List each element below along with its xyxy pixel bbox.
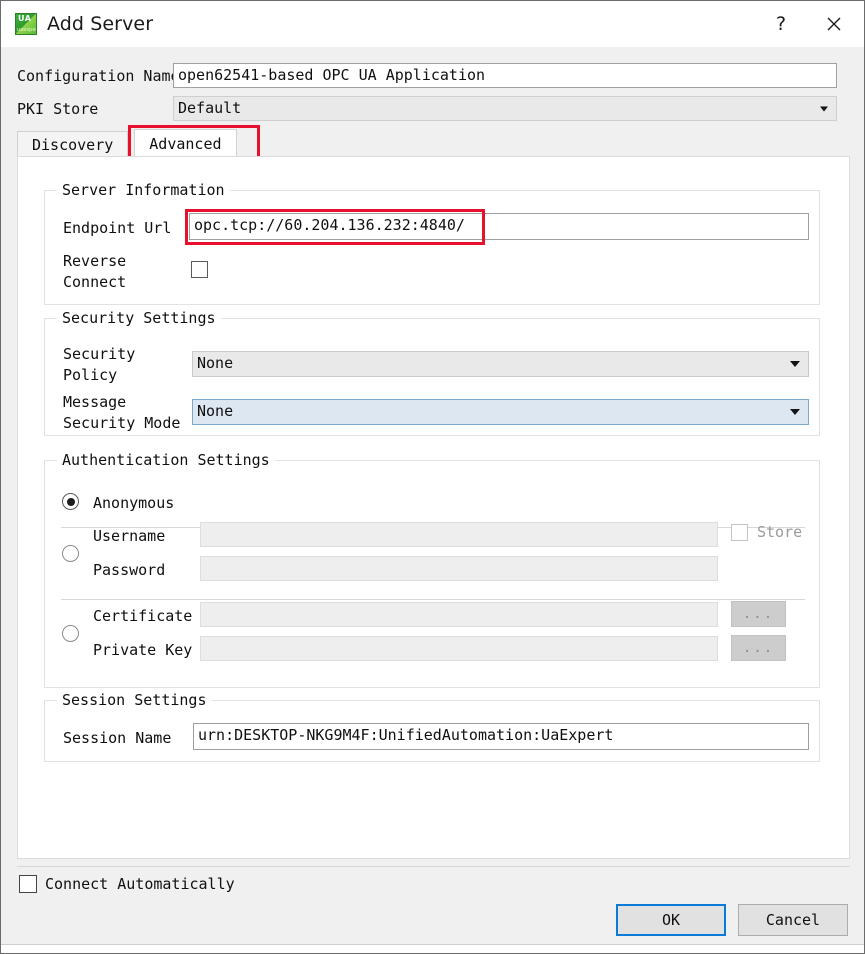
session-name-label: Session Name — [63, 729, 172, 747]
reverse-connect-label-line1: Reverse — [63, 252, 127, 270]
password-input[interactable] — [200, 556, 718, 581]
chevron-down-icon — [820, 106, 828, 111]
server-information-group: Server Information Endpoint Url opc.tcp:… — [44, 181, 820, 305]
tab-advanced[interactable]: Advanced — [134, 129, 237, 157]
configuration-name-label: Configuration Name — [17, 66, 180, 85]
server-information-title: Server Information — [57, 181, 230, 199]
session-settings-title: Session Settings — [57, 691, 212, 709]
private-key-browse-button[interactable]: ... — [731, 635, 786, 661]
username-label: Username — [93, 527, 166, 545]
title-bar: UA uaexpert Add Server ? — [1, 1, 864, 47]
window-title: Add Server — [47, 13, 154, 35]
message-security-mode-value: None — [197, 402, 234, 420]
session-name-input[interactable]: urn:DESKTOP-NKG9M4F:UnifiedAutomation:Ua… — [193, 723, 809, 750]
bottom-strip — [1, 944, 864, 953]
password-label: Password — [93, 561, 166, 579]
chevron-down-icon — [781, 400, 808, 424]
connect-automatically-label: Connect Automatically — [45, 875, 235, 893]
certificate-input[interactable] — [200, 602, 718, 627]
reverse-connect-checkbox[interactable] — [191, 261, 208, 278]
uaexpert-icon-ua-text: UA — [18, 14, 32, 23]
ok-button[interactable]: OK — [616, 904, 726, 936]
authentication-settings-title: Authentication Settings — [57, 451, 275, 469]
uaexpert-icon: UA uaexpert — [15, 13, 37, 35]
username-input[interactable] — [200, 522, 718, 547]
anonymous-label: Anonymous — [93, 494, 175, 512]
anonymous-radio[interactable] — [62, 493, 79, 510]
username-radio[interactable] — [62, 545, 79, 562]
pki-store-row: PKI Store Default — [1, 96, 864, 121]
tab-advanced-wrapper: Advanced — [128, 125, 261, 161]
security-policy-value: None — [197, 354, 234, 372]
message-security-mode-label-line2: Security Mode — [63, 414, 181, 432]
title-bar-buttons: ? — [758, 1, 864, 47]
help-icon[interactable]: ? — [758, 1, 804, 47]
tab-discovery[interactable]: Discovery — [17, 131, 129, 157]
store-label: Store — [757, 523, 803, 541]
private-key-input[interactable] — [200, 636, 718, 661]
endpoint-url-label: Endpoint Url — [63, 219, 172, 237]
security-policy-select[interactable]: None — [192, 351, 809, 377]
security-settings-group: Security Settings Security Policy None M… — [44, 309, 820, 436]
chevron-down-icon — [781, 352, 808, 376]
footer-separator — [17, 866, 850, 867]
private-key-label: Private Key — [93, 641, 193, 659]
pki-store-select[interactable]: Default — [173, 96, 837, 121]
cancel-button[interactable]: Cancel — [738, 904, 848, 936]
configuration-name-row: Configuration Name open62541-based OPC U… — [1, 63, 864, 88]
security-policy-label-line2: Policy — [63, 366, 118, 384]
message-security-mode-select[interactable]: None — [192, 399, 809, 425]
certificate-radio[interactable] — [62, 625, 79, 642]
uaexpert-icon-name-text: uaexpert — [17, 27, 36, 33]
advanced-tab-panel: Server Information Endpoint Url opc.tcp:… — [17, 156, 850, 859]
security-settings-title: Security Settings — [57, 309, 221, 327]
connect-automatically-checkbox[interactable] — [19, 875, 37, 893]
certificate-browse-button[interactable]: ... — [731, 601, 786, 627]
pki-store-label: PKI Store — [17, 99, 99, 118]
security-policy-label-line1: Security — [63, 345, 136, 363]
message-security-mode-label-line1: Message — [63, 393, 127, 411]
pki-store-value: Default — [178, 99, 242, 117]
session-settings-group: Session Settings Session Name urn:DESKTO… — [44, 691, 820, 762]
endpoint-url-input[interactable]: opc.tcp://60.204.136.232:4840/ — [189, 213, 809, 240]
close-icon[interactable] — [804, 1, 864, 47]
configuration-name-input[interactable]: open62541-based OPC UA Application — [173, 63, 837, 88]
authentication-settings-group: Authentication Settings Anonymous Userna… — [44, 451, 820, 688]
tab-strip: Discovery Advanced — [17, 125, 261, 161]
certificate-label: Certificate — [93, 607, 193, 625]
store-checkbox[interactable] — [731, 524, 748, 541]
add-server-dialog: UA uaexpert Add Server ? Configuration N… — [0, 0, 865, 954]
reverse-connect-label-line2: Connect — [63, 273, 127, 291]
auth-divider-2 — [61, 599, 805, 600]
